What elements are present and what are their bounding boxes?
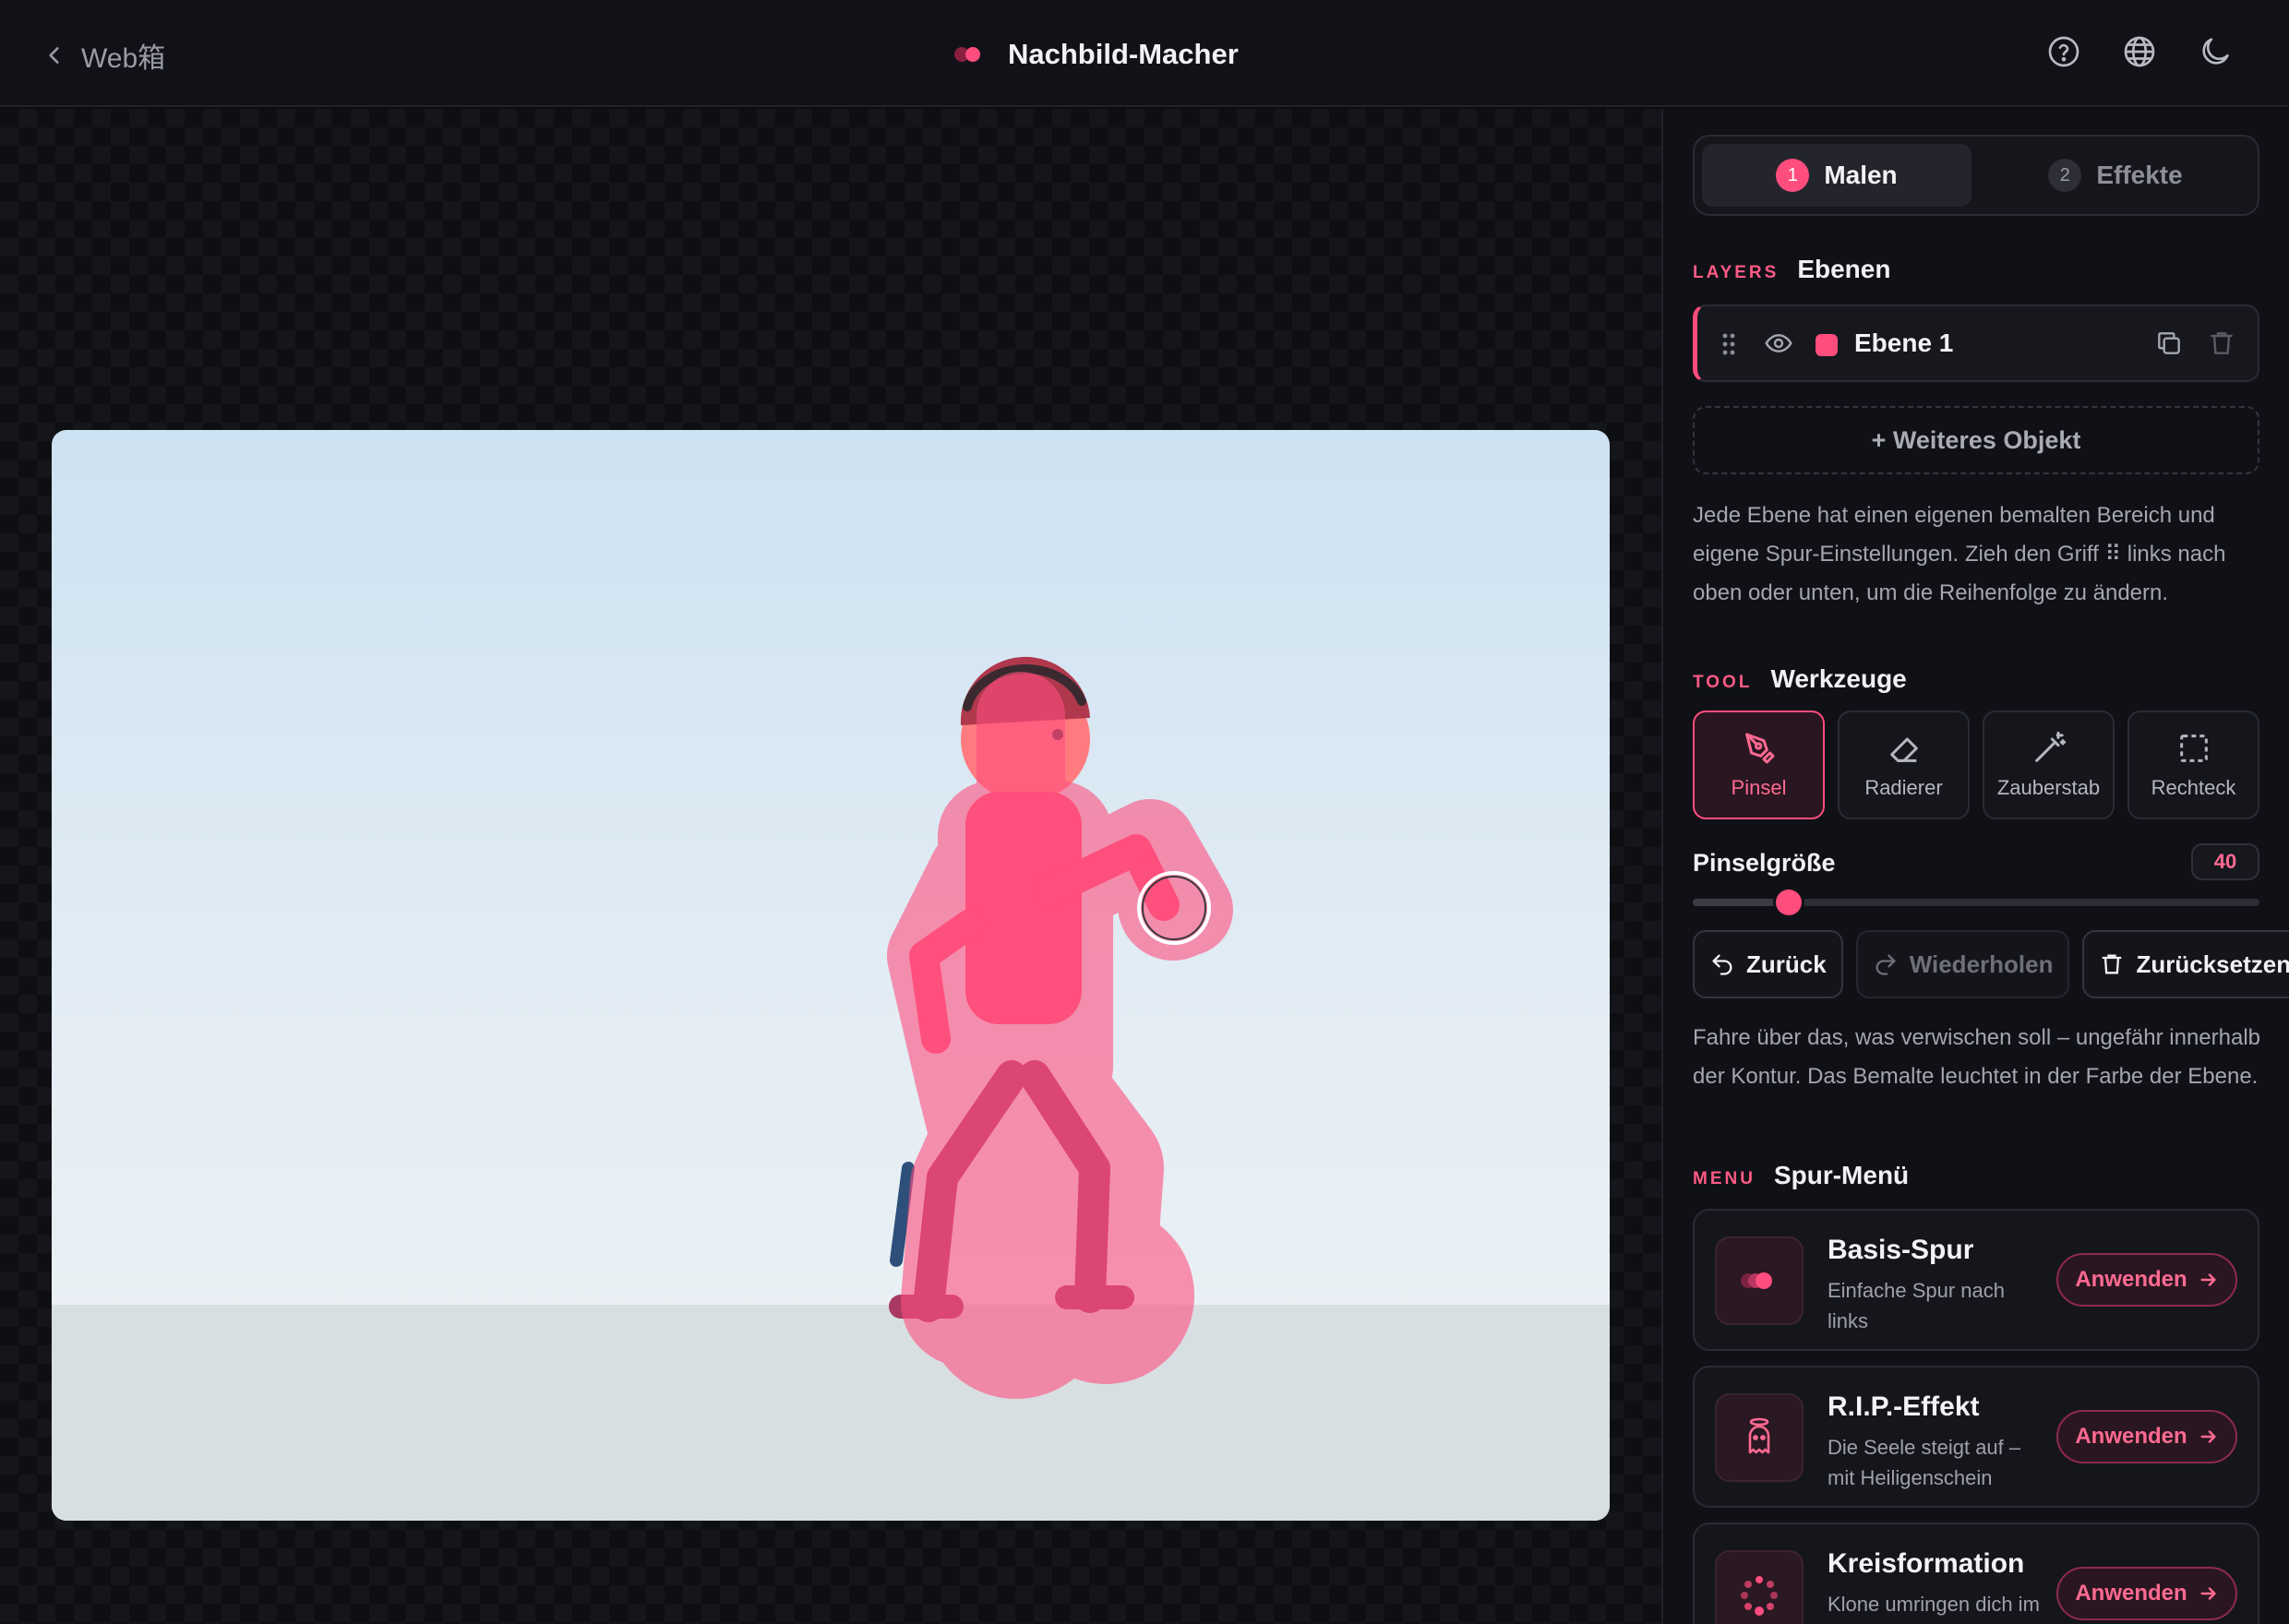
recipe-title: Kreisformation xyxy=(1828,1548,2025,1579)
reset-button[interactable]: Zurücksetzen xyxy=(2082,930,2289,998)
chevron-left-icon xyxy=(49,47,59,64)
eye-icon[interactable] xyxy=(1764,328,1793,358)
rectangle-select-icon xyxy=(2179,734,2208,762)
section-title: Spur-Menü xyxy=(1773,1161,1910,1189)
section-tag: LAYERS xyxy=(1693,263,1780,282)
arrow-right-icon xyxy=(2200,1430,2216,1443)
apply-button[interactable]: Anwenden xyxy=(2056,1410,2237,1463)
tab-label: Malen xyxy=(1824,161,1898,189)
section-title: Ebenen xyxy=(1797,255,1891,283)
eraser-icon xyxy=(1889,737,1918,762)
brush-size-label: Pinselgröße xyxy=(1693,849,1836,877)
recipe-desc: Die Seele steigt auf – mit Heiligenschei… xyxy=(1828,1436,2021,1489)
arrow-right-icon xyxy=(2200,1273,2216,1286)
section-tag: MENU xyxy=(1693,1169,1756,1188)
reset-label: Zurücksetzen xyxy=(2136,949,2289,978)
paint-help-text: Fahre über das, was verwischen soll – un… xyxy=(1693,1025,2261,1089)
tool-label: Pinsel xyxy=(1731,776,1787,799)
layers-help-text: Jede Ebene hat einen eigenen bemalten Be… xyxy=(1693,503,2226,605)
drag-handle-icon[interactable] xyxy=(1721,332,1736,356)
pen-brush-icon xyxy=(1744,733,1774,764)
trash-icon[interactable] xyxy=(2207,328,2236,358)
slider-thumb[interactable] xyxy=(1776,890,1803,915)
circle-formation-icon xyxy=(1715,1550,1804,1624)
trash-icon xyxy=(2102,954,2122,974)
tools-header: TOOL Werkzeuge xyxy=(1693,664,1907,694)
redo-icon xyxy=(1876,954,1896,975)
tool-radierer[interactable]: Radierer xyxy=(1838,710,1970,819)
tool-label: Zauberstab xyxy=(1996,776,2101,799)
tool-label: Rechteck xyxy=(2151,776,2236,799)
apply-label: Anwenden xyxy=(2075,1424,2187,1449)
trail-dots-icon xyxy=(1715,1236,1804,1325)
top-bar: Web箱 Nachbild-Macher xyxy=(0,0,2289,107)
recipe-desc: Klone umringen dich im Kreis xyxy=(1828,1593,2040,1624)
arrow-right-icon xyxy=(2200,1587,2216,1600)
redo-button[interactable]: Wiederholen xyxy=(1855,930,2070,998)
magic-wand-icon xyxy=(2034,731,2066,762)
brush-size-value: 40 xyxy=(2191,843,2259,880)
redo-label: Wiederholen xyxy=(1909,949,2054,978)
mode-tabs: 1 Malen 2 Effekte xyxy=(1693,135,2259,216)
back-link[interactable]: Web箱 xyxy=(42,35,165,76)
help-circle-icon[interactable] xyxy=(2045,33,2082,70)
recipe-title: R.I.P.-Effekt xyxy=(1828,1391,1980,1422)
tab-number-badge: 2 xyxy=(2048,159,2082,192)
canvas-stage xyxy=(0,109,1661,1624)
section-title: Werkzeuge xyxy=(1770,664,1907,693)
history-actions: Zurück Wiederholen Zurücksetzen xyxy=(1693,930,2289,998)
layer-name[interactable]: Ebene 1 xyxy=(1854,328,1953,358)
tool-picker: Pinsel Radierer Zauberstab Rechteck xyxy=(1693,710,2259,819)
app-logo-icon xyxy=(951,45,988,64)
tab-number-badge: 1 xyxy=(1776,159,1810,192)
recipe-card-rip-effekt: R.I.P.-Effekt Die Seele steigt auf – mit… xyxy=(1693,1366,2259,1508)
ground xyxy=(52,1305,1610,1521)
layer-row[interactable]: Ebene 1 xyxy=(1693,304,2259,382)
paint-canvas[interactable] xyxy=(52,430,1610,1521)
brush-size-slider[interactable] xyxy=(1693,890,2259,915)
menu-header: MENU Spur-Menü xyxy=(1693,1161,1909,1190)
layer-color-swatch[interactable] xyxy=(1816,334,1838,356)
globe-icon[interactable] xyxy=(2121,33,2158,70)
undo-button[interactable]: Zurück xyxy=(1693,930,1843,998)
tool-label: Radierer xyxy=(1864,776,1943,799)
tool-zauberstab[interactable]: Zauberstab xyxy=(1983,710,2115,819)
recipe-card-basis-spur: Basis-Spur Einfache Spur nach links Anwe… xyxy=(1693,1209,2259,1351)
undo-label: Zurück xyxy=(1746,949,1827,978)
ghost-halo-icon xyxy=(1715,1393,1804,1482)
slider-fill xyxy=(1693,899,1790,906)
tool-pinsel[interactable]: Pinsel xyxy=(1693,710,1825,819)
back-link-label: Web箱 xyxy=(81,43,166,74)
add-object-button[interactable]: + Weiteres Objekt xyxy=(1693,406,2259,474)
apply-label: Anwenden xyxy=(2075,1581,2187,1606)
apply-button[interactable]: Anwenden xyxy=(2056,1567,2237,1620)
undo-icon xyxy=(1712,954,1732,975)
moon-icon[interactable] xyxy=(2197,33,2234,70)
header-actions xyxy=(2045,33,2234,70)
duplicate-icon[interactable] xyxy=(2154,328,2184,358)
app-title-text: Nachbild-Macher xyxy=(1008,38,1239,70)
tool-rechteck[interactable]: Rechteck xyxy=(2127,710,2259,819)
recipe-desc: Einfache Spur nach links xyxy=(1828,1279,2006,1332)
section-tag: TOOL xyxy=(1693,673,1753,692)
canvas-scene xyxy=(52,656,1610,1521)
tab-malen[interactable]: 1 Malen xyxy=(1702,144,1971,207)
apply-button[interactable]: Anwenden xyxy=(2056,1253,2237,1307)
apply-label: Anwenden xyxy=(2075,1267,2187,1292)
recipe-card-kreisformation: Kreisformation Klone umringen dich im Kr… xyxy=(1693,1522,2259,1624)
app-title: Nachbild-Macher xyxy=(951,31,1239,78)
tab-effekte[interactable]: 2 Effekte xyxy=(1981,144,2250,207)
layers-header: LAYERS Ebenen xyxy=(1693,255,1890,284)
recipe-title: Basis-Spur xyxy=(1828,1235,1974,1265)
painted-mask xyxy=(887,672,1233,1399)
tab-label: Effekte xyxy=(2096,161,2183,189)
side-panel: 1 Malen 2 Effekte LAYERS Ebenen Ebene 1 … xyxy=(1661,109,2289,1624)
